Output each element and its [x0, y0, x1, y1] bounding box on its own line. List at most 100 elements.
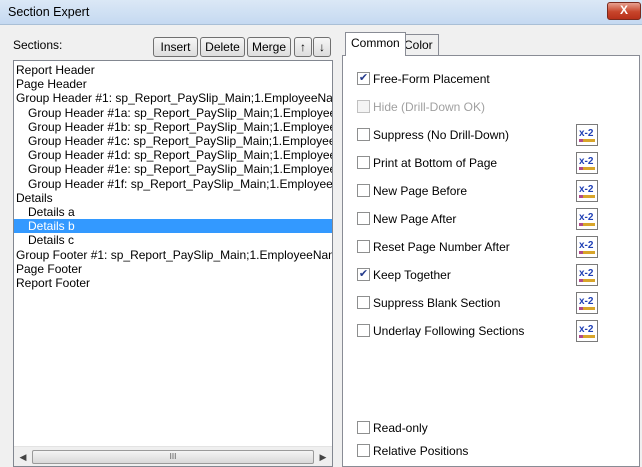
section-item-label: Group Header #1c: sp_Report_PaySlip_Main… — [28, 134, 332, 148]
close-button[interactable]: X — [607, 2, 641, 20]
option-label: Print at Bottom of Page — [373, 156, 498, 170]
formula-x2-icon: x-2 — [579, 240, 595, 254]
checkmark-icon[interactable]: ✔ — [357, 268, 370, 281]
section-item-label: Page Footer — [16, 261, 83, 276]
checkbox[interactable] — [357, 324, 370, 337]
checkmark-icon[interactable]: ✔ — [357, 72, 370, 85]
delete-button[interactable]: Delete — [200, 37, 245, 57]
formula-button[interactable]: x-2 — [576, 292, 598, 314]
checkbox[interactable] — [357, 296, 370, 309]
option-label: Suppress (No Drill-Down) — [373, 128, 510, 142]
formula-x2-icon: x-2 — [579, 296, 595, 310]
option-label: Keep Together — [373, 268, 451, 282]
formula-x2-icon: x-2 — [579, 184, 595, 198]
sections-list[interactable]: ◀ III ▶ Report Header Page Header Group He… — [13, 60, 333, 467]
horizontal-scrollbar[interactable]: ◀ III ▶ — [14, 446, 332, 466]
checkbox[interactable] — [357, 444, 370, 457]
svg-text:x-2: x-2 — [579, 184, 594, 195]
move-up-button[interactable]: ↑ — [294, 37, 312, 57]
section-item-label: Report Header — [16, 63, 95, 77]
section-item-label: Group Header #1e: sp_Report_PaySlip_Main… — [28, 162, 332, 177]
section-item[interactable]: Details b — [14, 219, 332, 234]
section-item-label: Group Header #1: sp_Report_PaySlip_Main;… — [16, 91, 332, 106]
section-item-label: Group Header #1b: sp_Report_PaySlip_Main… — [28, 119, 332, 134]
checkbox[interactable] — [357, 240, 370, 253]
section-item[interactable]: Group Header #1b: sp_Report_PaySlip_Main… — [14, 120, 332, 134]
formula-x2-icon: x-2 — [579, 156, 595, 170]
window-title: Section Expert — [8, 5, 90, 19]
section-item[interactable]: Group Header #1f: sp_Report_PaySlip_Main… — [14, 177, 332, 191]
section-item-label: Report Footer — [16, 276, 91, 290]
checkbox — [357, 100, 370, 113]
section-item[interactable]: Group Header #1: sp_Report_PaySlip_Main;… — [14, 91, 332, 105]
section-item[interactable]: Report Footer — [14, 276, 332, 290]
checkbox[interactable] — [357, 128, 370, 141]
section-item-label: Page Header — [16, 77, 87, 92]
option-bottom-0[interactable]: Read-only — [357, 421, 627, 435]
dialog-body: Sections: Insert Delete Merge ↑ ↓ ◀ III … — [0, 25, 642, 467]
option-label: Suppress Blank Section — [373, 296, 501, 310]
option-label: New Page Before — [373, 184, 468, 198]
tab-common[interactable]: Common — [345, 32, 406, 56]
title-bar: Section Expert X — [0, 0, 642, 25]
formula-button[interactable]: x-2 — [576, 180, 598, 202]
checkbox[interactable] — [357, 212, 370, 225]
section-item-label: Details — [16, 190, 53, 205]
svg-text:x-2: x-2 — [579, 296, 594, 307]
formula-button[interactable]: x-2 — [576, 236, 598, 258]
formula-button[interactable]: x-2 — [576, 208, 598, 230]
section-item[interactable]: Group Header #1a: sp_Report_PaySlip_Main… — [14, 106, 332, 120]
section-item[interactable]: Group Header #1e: sp_Report_PaySlip_Main… — [14, 162, 332, 176]
option-common-1: Hide (Drill-Down OK) — [357, 100, 627, 114]
section-item[interactable]: Details — [14, 191, 332, 205]
svg-text:x-2: x-2 — [579, 212, 594, 223]
section-item-label: Details c — [28, 233, 75, 248]
insert-button[interactable]: Insert — [153, 37, 198, 57]
checkbox[interactable] — [357, 184, 370, 197]
scroll-right-icon[interactable]: ▶ — [315, 449, 331, 465]
section-item-label: Group Header #1d: sp_Report_PaySlip_Main… — [28, 148, 332, 163]
scroll-left-icon[interactable]: ◀ — [15, 449, 31, 465]
section-item[interactable]: Group Header #1d: sp_Report_PaySlip_Main… — [14, 148, 332, 162]
section-item[interactable]: Page Footer — [14, 262, 332, 276]
option-label: Reset Page Number After — [373, 240, 510, 254]
formula-button[interactable]: x-2 — [576, 124, 598, 146]
formula-button[interactable]: x-2 — [576, 264, 598, 286]
formula-button[interactable]: x-2 — [576, 320, 598, 342]
section-item-label: Details a — [28, 205, 75, 219]
section-item-label: Group Header #1a: sp_Report_PaySlip_Main… — [28, 105, 332, 120]
section-item[interactable]: Details c — [14, 233, 332, 247]
section-item[interactable]: Group Footer #1: sp_Report_PaySlip_Main;… — [14, 248, 332, 262]
arrow-down-icon: ↓ — [319, 40, 325, 54]
merge-button[interactable]: Merge — [247, 37, 291, 57]
svg-text:x-2: x-2 — [579, 268, 594, 279]
formula-x2-icon: x-2 — [579, 128, 595, 142]
section-item-label: Group Header #1f: sp_Report_PaySlip_Main… — [28, 176, 332, 191]
option-label: New Page After — [373, 212, 457, 226]
option-label: Read-only — [373, 421, 428, 435]
option-label: Free-Form Placement — [373, 72, 490, 86]
common-tab-panel: ✔ Free-Form Placement Hide (Drill-Down OK)… — [342, 55, 640, 467]
section-item[interactable]: Group Header #1c: sp_Report_PaySlip_Main… — [14, 134, 332, 148]
option-bottom-1[interactable]: Relative Positions — [357, 444, 627, 458]
formula-x2-icon: x-2 — [579, 324, 595, 338]
formula-button[interactable]: x-2 — [576, 152, 598, 174]
svg-text:x-2: x-2 — [579, 240, 594, 251]
option-label: Relative Positions — [373, 444, 469, 458]
arrow-up-icon: ↑ — [300, 40, 306, 54]
section-item-label: Group Footer #1: sp_Report_PaySlip_Main;… — [16, 247, 332, 262]
section-item[interactable]: Page Header — [14, 77, 332, 91]
svg-text:x-2: x-2 — [579, 128, 594, 139]
section-item[interactable]: Details a — [14, 205, 332, 219]
scrollbar-thumb[interactable]: III — [32, 450, 314, 464]
sections-label: Sections: — [13, 38, 63, 52]
checkbox[interactable] — [357, 156, 370, 169]
section-item[interactable]: Report Header — [14, 63, 332, 77]
close-icon: X — [619, 3, 628, 17]
move-down-button[interactable]: ↓ — [313, 37, 331, 57]
option-common-0[interactable]: ✔ Free-Form Placement — [357, 72, 627, 86]
checkbox[interactable] — [357, 421, 370, 434]
svg-text:x-2: x-2 — [579, 324, 594, 335]
option-label: Hide (Drill-Down OK) — [373, 100, 486, 114]
section-item-label: Details b — [28, 219, 75, 234]
